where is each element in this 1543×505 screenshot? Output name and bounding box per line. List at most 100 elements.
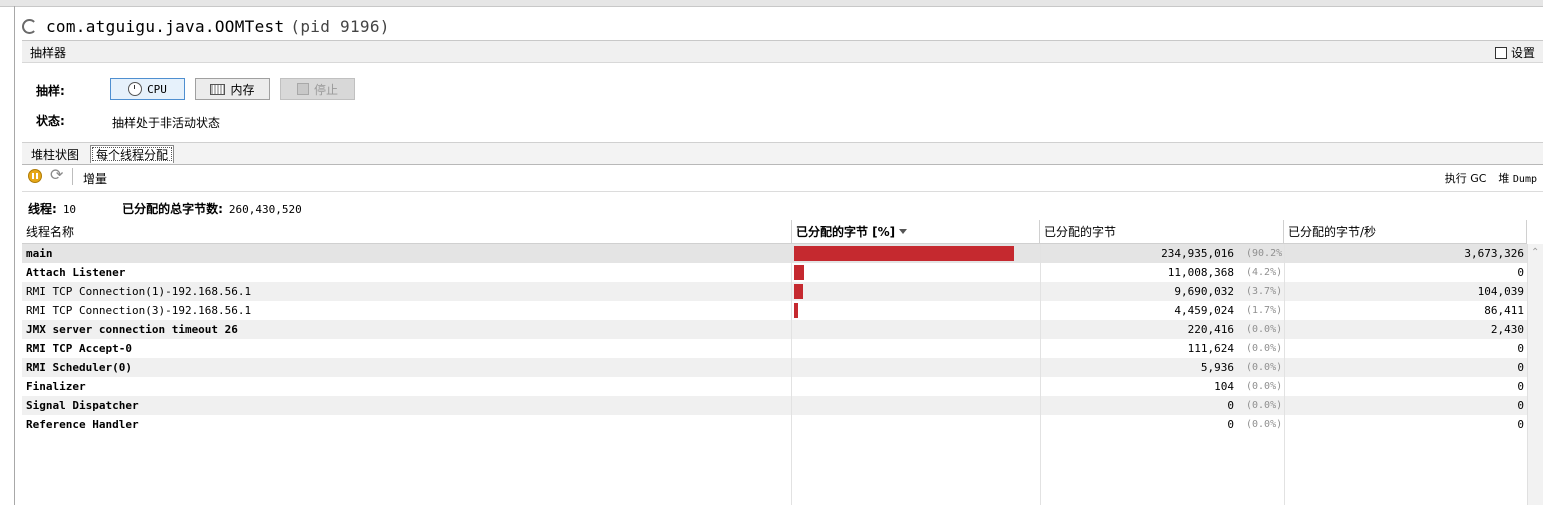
column-divider: [1040, 244, 1041, 505]
column-header-allocated-percent-label: 已分配的字节 [%]: [796, 225, 896, 239]
thread-name: Attach Listener: [26, 266, 126, 279]
allocated-percent: (0.0%): [1246, 362, 1282, 373]
toolbar-actions: 执行 GC 堆 Dump: [1445, 170, 1537, 186]
thread-name: Reference Handler: [26, 418, 139, 431]
total-bytes-value: 260,430,520: [228, 203, 302, 216]
allocated-percent: (90.2%): [1246, 248, 1282, 259]
delta-toggle[interactable]: 增量: [83, 170, 107, 187]
allocation-bar: [794, 284, 803, 299]
clock-icon: [128, 82, 143, 96]
scroll-up-icon[interactable]: ⌃: [1531, 247, 1539, 258]
column-header-allocated-bytes[interactable]: 已分配的字节: [1040, 220, 1284, 244]
sample-label: 抽样:: [36, 84, 65, 98]
loading-icon: [22, 18, 37, 34]
vertical-scrollbar[interactable]: [1527, 244, 1543, 505]
allocated-rate: 86,411: [1484, 304, 1524, 317]
tab-heap-histogram[interactable]: 堆柱状图: [26, 145, 84, 163]
table-row[interactable]: RMI Scheduler(0) 5,936 (0.0%) 0: [22, 358, 1527, 377]
allocated-rate: 0: [1517, 399, 1524, 412]
allocated-bytes: 0: [1227, 418, 1234, 431]
status-value: 抽样处于非活动状态: [112, 116, 221, 130]
thread-name: JMX server connection timeout 26: [26, 323, 238, 336]
column-header-thread-name[interactable]: 线程名称: [22, 220, 792, 244]
pause-icon[interactable]: [28, 169, 42, 183]
allocated-rate: 2,430: [1490, 323, 1524, 336]
thread-name: RMI Scheduler(0): [26, 361, 132, 374]
sort-desc-icon: [899, 229, 908, 234]
allocated-percent: (0.0%): [1246, 400, 1282, 411]
cpu-button-label: CPU: [147, 82, 167, 96]
allocated-bytes: 9,690,032: [1174, 285, 1234, 298]
allocated-percent: (0.0%): [1246, 419, 1282, 430]
table-row[interactable]: RMI TCP Accept-0 111,624 (0.0%) 0: [22, 339, 1527, 358]
allocated-rate: 0: [1517, 342, 1524, 355]
threads-label: 线程:: [28, 202, 57, 216]
allocated-percent: (3.7%): [1246, 286, 1282, 297]
allocated-percent: (1.7%): [1246, 305, 1282, 316]
allocation-summary: 线程: 10 已分配的总字节数: 260,430,520: [28, 200, 302, 217]
allocation-bar: [794, 265, 804, 280]
allocated-bytes: 4,459,024: [1174, 304, 1234, 317]
stop-button-label: 停止: [313, 82, 338, 97]
thread-name: main: [26, 247, 53, 260]
cpu-sample-button[interactable]: CPU: [110, 78, 185, 100]
column-header-allocated-percent[interactable]: 已分配的字节 [%]: [792, 220, 1040, 244]
allocated-bytes: 111,624: [1187, 342, 1234, 355]
allocated-rate: 104,039: [1477, 285, 1524, 298]
top-tab-strip: [0, 0, 1543, 7]
thread-name: RMI TCP Connection(3)-192.168.56.1: [26, 304, 252, 317]
tab-per-thread-allocations[interactable]: 每个线程分配: [90, 145, 175, 163]
allocated-percent: (4.2%): [1246, 267, 1282, 278]
allocated-rate: 0: [1517, 418, 1524, 431]
memory-icon: [210, 83, 226, 95]
allocation-bar: [794, 303, 798, 318]
refresh-icon[interactable]: ⟳: [50, 167, 63, 183]
threads-count: 10: [62, 203, 77, 216]
table-row[interactable]: RMI TCP Connection(1)-192.168.56.1 9,690,…: [22, 282, 1527, 301]
stop-button[interactable]: 停止: [280, 78, 355, 100]
allocated-bytes: 0: [1227, 399, 1234, 412]
table-row[interactable]: Attach Listener 11,008,368 (4.2%) 0: [22, 263, 1527, 282]
toolbar-separator: [72, 168, 73, 185]
table-row[interactable]: JMX server connection timeout 26 220,416 (…: [22, 320, 1527, 339]
thread-name: RMI TCP Accept-0: [26, 342, 132, 355]
column-divider: [791, 244, 792, 505]
column-header-allocated-rate[interactable]: 已分配的字节/秒: [1284, 220, 1527, 244]
sampler-section-label: 抽样器: [30, 46, 67, 60]
allocated-rate: 0: [1517, 266, 1524, 279]
page-title: com.atguigu.java.OOMTest (pid 9196): [46, 17, 390, 36]
allocated-bytes: 220,416: [1187, 323, 1234, 336]
allocated-bytes: 104: [1214, 380, 1234, 393]
memory-button-label: 内存: [230, 82, 255, 97]
stop-icon: [296, 83, 309, 95]
perform-gc-button[interactable]: 执行 GC: [1445, 170, 1487, 186]
table-row[interactable]: Finalizer 104 (0.0%) 0: [22, 377, 1527, 396]
allocated-bytes: 11,008,368: [1167, 266, 1234, 279]
allocated-rate: 3,673,326: [1464, 247, 1524, 260]
heap-dump-button[interactable]: 堆 Dump: [1498, 170, 1537, 186]
table-row[interactable]: RMI TCP Connection(3)-192.168.56.1 4,459,…: [22, 301, 1527, 320]
allocated-bytes: 234,935,016: [1161, 247, 1234, 260]
allocation-bar: [794, 246, 1014, 261]
thread-name: Signal Dispatcher: [26, 399, 139, 412]
app-title: com.atguigu.java.OOMTest: [46, 16, 285, 36]
table-row[interactable]: Signal Dispatcher 0 (0.0%) 0: [22, 396, 1527, 415]
left-border: [14, 6, 15, 505]
thread-name: Finalizer: [26, 380, 86, 393]
settings-checkbox[interactable]: [1494, 46, 1507, 59]
table-row[interactable]: main 234,935,016 (90.2%) 3,673,326: [22, 244, 1527, 263]
heap-dump-prefix: 堆: [1498, 172, 1510, 185]
allocated-percent: (0.0%): [1246, 324, 1282, 335]
total-bytes-label: 已分配的总字节数:: [122, 202, 223, 216]
pid-label: (pid 9196): [290, 16, 390, 36]
allocated-percent: (0.0%): [1246, 343, 1282, 354]
heap-dump-suffix: Dump: [1512, 174, 1537, 185]
view-tabs: 堆柱状图 每个线程分配: [22, 142, 1543, 165]
column-divider: [1284, 244, 1285, 505]
settings-toggle[interactable]: 设置: [1494, 44, 1535, 61]
table-row[interactable]: Reference Handler 0 (0.0%) 0: [22, 415, 1527, 434]
allocated-bytes: 5,936: [1200, 361, 1234, 374]
allocated-rate: 0: [1517, 361, 1524, 374]
allocated-rate: 0: [1517, 380, 1524, 393]
memory-sample-button[interactable]: 内存: [195, 78, 270, 100]
